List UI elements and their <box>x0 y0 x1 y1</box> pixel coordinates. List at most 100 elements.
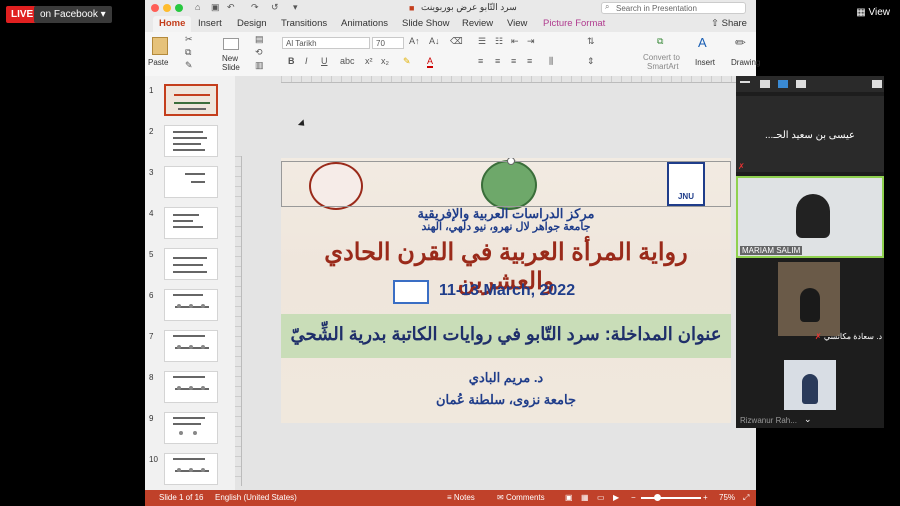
home-icon[interactable]: ⌂ <box>195 2 200 12</box>
comments-button[interactable]: ✉ Comments <box>497 490 545 506</box>
clipboard-icon[interactable] <box>152 37 168 55</box>
drawing-button[interactable]: Drawing <box>731 58 760 67</box>
new-slide-button-line2[interactable]: Slide <box>222 63 240 72</box>
tab-insert[interactable]: Insert <box>198 16 222 32</box>
undo-icon[interactable]: ↶ <box>227 2 235 13</box>
new-slide-button-line1[interactable]: New <box>222 54 238 63</box>
layout-icon[interactable]: ▤ <box>255 34 264 45</box>
smartart-icon[interactable]: ⧉ <box>657 36 663 47</box>
slide-thumbnail-1[interactable] <box>164 84 218 116</box>
new-slide-icon[interactable] <box>223 38 239 50</box>
text-direction-icon[interactable]: ⇅ <box>587 36 595 47</box>
repeat-icon[interactable]: ↺ <box>271 2 279 13</box>
save-icon[interactable]: ▣ <box>211 2 220 13</box>
slide-thumbnail-7[interactable] <box>164 330 218 362</box>
italic-icon[interactable]: I <box>305 56 308 66</box>
slide-thumbnail-6[interactable] <box>164 289 218 321</box>
tab-view[interactable]: View <box>507 16 527 32</box>
columns-icon[interactable]: ⫼ <box>549 56 553 67</box>
slide-1[interactable]: JNU مركز الدراسات العربية والإفريقية جام… <box>281 158 731 423</box>
decrease-font-icon[interactable]: A↓ <box>429 36 440 46</box>
numbering-icon[interactable]: ☷ <box>495 36 503 47</box>
minimize-window-button[interactable] <box>163 4 171 12</box>
slide-thumbnail-9[interactable] <box>164 412 218 444</box>
customize-toolbar-icon[interactable]: ▾ <box>293 2 298 13</box>
slide-thumbnail-2[interactable] <box>164 125 218 157</box>
underline-icon[interactable]: U <box>321 56 328 66</box>
bold-icon[interactable]: B <box>288 56 295 66</box>
paste-button[interactable]: Paste <box>148 58 168 67</box>
minimize-icon[interactable] <box>740 81 750 83</box>
fit-slide-icon[interactable]: ⤢ <box>743 490 749 506</box>
decrease-indent-icon[interactable]: ⇤ <box>511 36 519 47</box>
slide-sorter-icon[interactable]: ▦ <box>581 490 589 506</box>
language-indicator[interactable]: English (United States) <box>215 490 297 506</box>
zoom-out-icon[interactable]: − <box>631 490 636 506</box>
font-color-icon[interactable]: A <box>427 56 434 68</box>
slide-thumbnail-10[interactable] <box>164 453 218 485</box>
slide-thumbnail-5[interactable] <box>164 248 218 280</box>
facebook-destination-dropdown[interactable]: on Facebook ▾ <box>34 6 112 23</box>
slide-thumbnail-panel[interactable]: 1 2 3 4 5 6 7 8 9 10 <box>145 76 236 490</box>
reset-icon[interactable]: ⟲ <box>255 47 263 58</box>
zoom-slider-thumb[interactable] <box>654 494 661 501</box>
align-left-icon[interactable]: ≡ <box>478 56 483 66</box>
font-size-select[interactable]: 70 <box>372 37 404 49</box>
participant-video-active-speaker[interactable]: MARIAM SALIM <box>736 176 884 258</box>
search-input[interactable]: Search in Presentation <box>601 2 746 14</box>
reading-view-icon[interactable]: ▭ <box>597 490 605 506</box>
section-icon[interactable]: ▥ <box>255 60 264 71</box>
tab-animations[interactable]: Animations <box>341 16 388 32</box>
share-button[interactable]: ⇧ Share <box>711 16 747 32</box>
justify-icon[interactable]: ≡ <box>527 56 532 66</box>
align-right-icon[interactable]: ≡ <box>511 56 516 66</box>
slideshow-icon[interactable]: ▶ <box>613 490 619 506</box>
redo-icon[interactable]: ↷ <box>251 2 259 13</box>
align-center-icon[interactable]: ≡ <box>495 56 500 66</box>
tab-design[interactable]: Design <box>237 16 267 32</box>
convert-smartart-line2[interactable]: SmartArt <box>647 62 679 71</box>
insert-text-icon[interactable]: A <box>698 35 707 50</box>
notes-button[interactable]: ≡ Notes <box>447 490 475 506</box>
increase-font-icon[interactable]: A↑ <box>409 36 420 46</box>
slide-thumbnail-3[interactable] <box>164 166 218 198</box>
zoom-slider[interactable] <box>641 497 701 499</box>
speaker-view-icon[interactable] <box>760 80 770 88</box>
subscript-icon[interactable]: x₂ <box>381 56 389 66</box>
participant-video-tile[interactable] <box>784 360 836 410</box>
insert-button[interactable]: Insert <box>695 58 715 67</box>
align-text-icon[interactable]: ⇕ <box>587 56 595 67</box>
chevron-down-icon[interactable]: ⌄ <box>804 414 812 425</box>
tab-home[interactable]: Home <box>153 16 192 32</box>
slide-thumbnail-4[interactable] <box>164 207 218 239</box>
strip-view-icon[interactable] <box>778 80 788 88</box>
superscript-icon[interactable]: x² <box>365 56 373 66</box>
highlight-icon[interactable]: ✎ <box>403 56 411 67</box>
tab-transitions[interactable]: Transitions <box>281 16 327 32</box>
zoom-in-icon[interactable]: + <box>703 490 708 506</box>
strikethrough-icon[interactable]: abc <box>340 56 355 66</box>
view-button[interactable]: ▦ View <box>856 7 890 18</box>
tab-review[interactable]: Review <box>462 16 493 32</box>
increase-indent-icon[interactable]: ⇥ <box>527 36 535 47</box>
convert-smartart-line1[interactable]: Convert to <box>643 53 680 62</box>
participant-video-tile[interactable] <box>778 262 840 336</box>
font-name-select[interactable]: Al Tarikh <box>282 37 370 49</box>
zoom-level[interactable]: 75% <box>719 490 735 506</box>
drawing-icon[interactable]: ✏ <box>735 35 746 51</box>
slide-thumbnail-8[interactable] <box>164 371 218 403</box>
format-painter-icon[interactable]: ✎ <box>185 60 193 71</box>
normal-view-icon[interactable]: ▣ <box>565 490 573 506</box>
cut-icon[interactable]: ✂ <box>185 34 193 45</box>
participant-tile-name-only[interactable]: ...عيسى بن سعيد الحـ ✗ <box>736 96 884 172</box>
selection-box[interactable] <box>281 161 731 207</box>
tab-picture-format[interactable]: Picture Format <box>543 16 605 32</box>
close-window-button[interactable] <box>151 4 159 12</box>
gallery-grid-icon[interactable] <box>796 80 806 88</box>
clear-formatting-icon[interactable]: ⌫ <box>450 36 463 47</box>
tab-slide-show[interactable]: Slide Show <box>402 16 450 32</box>
expand-icon[interactable] <box>872 80 882 88</box>
zoom-window-button[interactable] <box>175 4 183 12</box>
bullets-icon[interactable]: ☰ <box>478 36 486 47</box>
copy-icon[interactable]: ⧉ <box>185 47 191 58</box>
